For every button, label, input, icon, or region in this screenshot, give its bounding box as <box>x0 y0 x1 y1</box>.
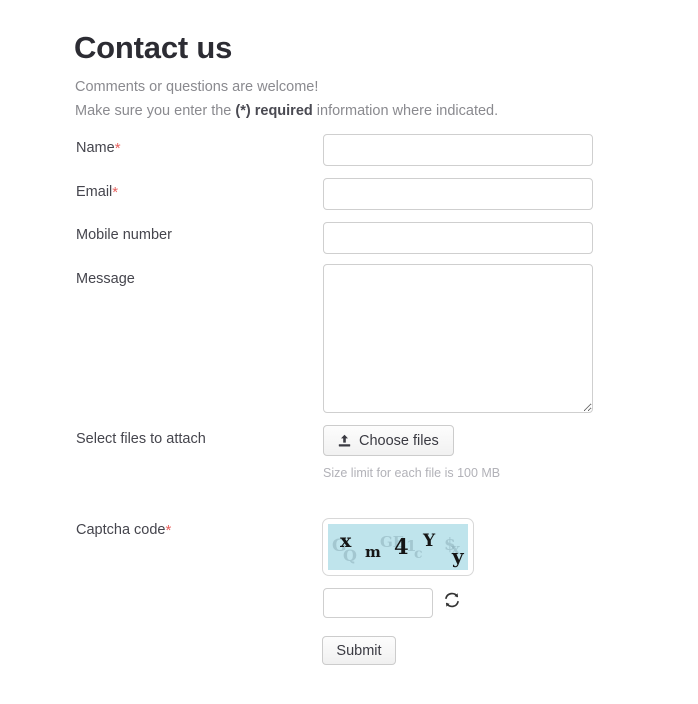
label-message: Message <box>76 271 135 287</box>
choose-files-button[interactable]: Choose files <box>323 425 454 456</box>
label-email-text: Email <box>76 184 113 200</box>
captcha-char: Y <box>423 531 436 551</box>
captcha-input[interactable] <box>323 588 433 618</box>
required-asterisk-name: * <box>114 140 121 157</box>
intro-text-welcome: Comments or questions are welcome! <box>75 79 319 95</box>
contact-page: Contact us Comments or questions are wel… <box>0 0 698 704</box>
label-name: Name* <box>76 139 121 157</box>
name-input[interactable] <box>323 134 593 166</box>
label-email: Email* <box>76 183 118 201</box>
label-captcha-code: Captcha code* <box>76 521 171 539</box>
mobile-number-input[interactable] <box>323 222 593 254</box>
captcha-image-frame: G Q GE 1 c $ x x m 4 Y y <box>322 518 474 576</box>
intro-prefix: Make sure you enter the <box>75 103 236 119</box>
required-asterisk-email: * <box>112 184 119 201</box>
captcha-char: y <box>452 544 464 568</box>
refresh-captcha-button[interactable] <box>442 590 462 610</box>
label-captcha-text: Captcha code <box>76 522 166 538</box>
submit-button[interactable]: Submit <box>322 636 396 665</box>
intro-suffix: information where indicated. <box>312 103 499 119</box>
label-select-files: Select files to attach <box>76 431 206 447</box>
intro-text-required-note: Make sure you enter the (*) required inf… <box>75 102 498 120</box>
captcha-image: G Q GE 1 c $ x x m 4 Y y <box>328 524 468 570</box>
refresh-icon <box>442 592 462 613</box>
captcha-char: m <box>365 543 381 561</box>
captcha-char: x <box>340 530 352 552</box>
message-textarea[interactable] <box>323 264 593 413</box>
file-size-limit-note: Size limit for each file is 100 MB <box>323 466 501 480</box>
required-asterisk-captcha: * <box>165 522 172 539</box>
captcha-char: 4 <box>394 534 409 559</box>
email-input[interactable] <box>323 178 593 210</box>
captcha-noise-char: c <box>414 546 423 562</box>
upload-icon <box>338 434 351 448</box>
choose-files-label: Choose files <box>359 432 439 449</box>
label-mobile-number: Mobile number <box>76 227 172 243</box>
page-title: Contact us <box>74 30 233 65</box>
label-name-text: Name <box>76 140 115 156</box>
intro-required-emphasis: (*) required <box>235 103 313 119</box>
